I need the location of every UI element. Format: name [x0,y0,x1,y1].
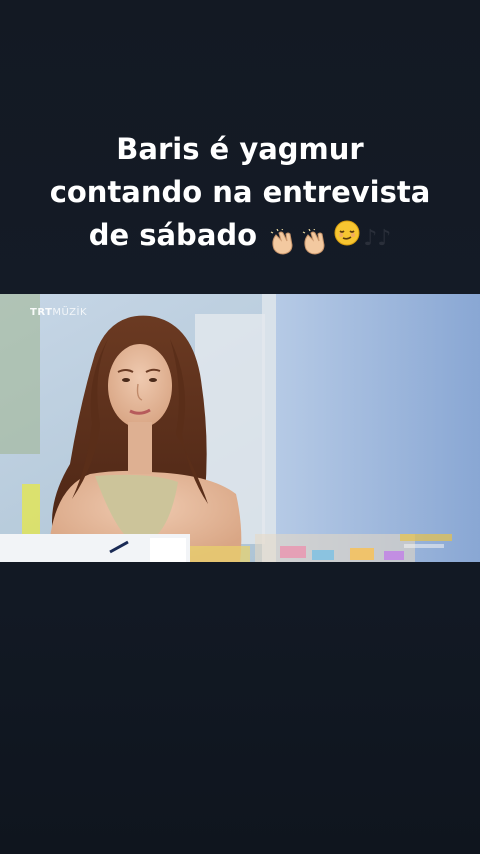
caption-line-1: Baris é yagmur [116,132,364,166]
caption-line-3-wrap: de sábado ♪♪ [0,214,480,260]
musical-notes-icon: ♪♪ [363,226,392,251]
channel-watermark: TRTMÜZİK [30,307,87,318]
video-frame[interactable]: TRTMÜZİK [0,294,480,562]
empty-story-area [0,562,480,854]
clapping-hands-icon [300,224,330,255]
relieved-face-icon [333,216,361,259]
caption-line-3: de sábado [88,218,258,252]
watermark-light: MÜZİK [52,307,88,318]
clapping-hands-icon [268,224,298,255]
video-still [0,294,480,562]
caption-line-2: contando na entrevista [49,175,431,209]
story-caption: Baris é yagmur contando na entrevista de… [0,128,480,260]
story-screen: Baris é yagmur contando na entrevista de… [0,0,480,854]
watermark-bold: TRT [30,307,53,318]
